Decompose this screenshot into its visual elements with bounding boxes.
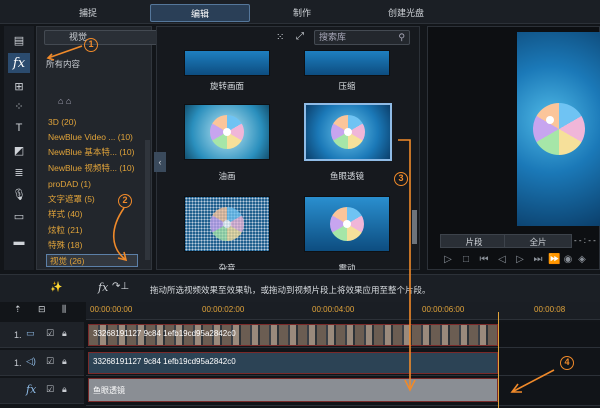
annotation-badge: 1 [84, 38, 98, 52]
annotation-arrows [46, 45, 555, 393]
annotation-badge: 2 [118, 194, 132, 208]
annotation-arrow [47, 45, 83, 59]
annotation-badge: 4 [560, 356, 574, 370]
annotation-arrow [511, 369, 555, 393]
annotation-badge: 3 [394, 172, 408, 186]
